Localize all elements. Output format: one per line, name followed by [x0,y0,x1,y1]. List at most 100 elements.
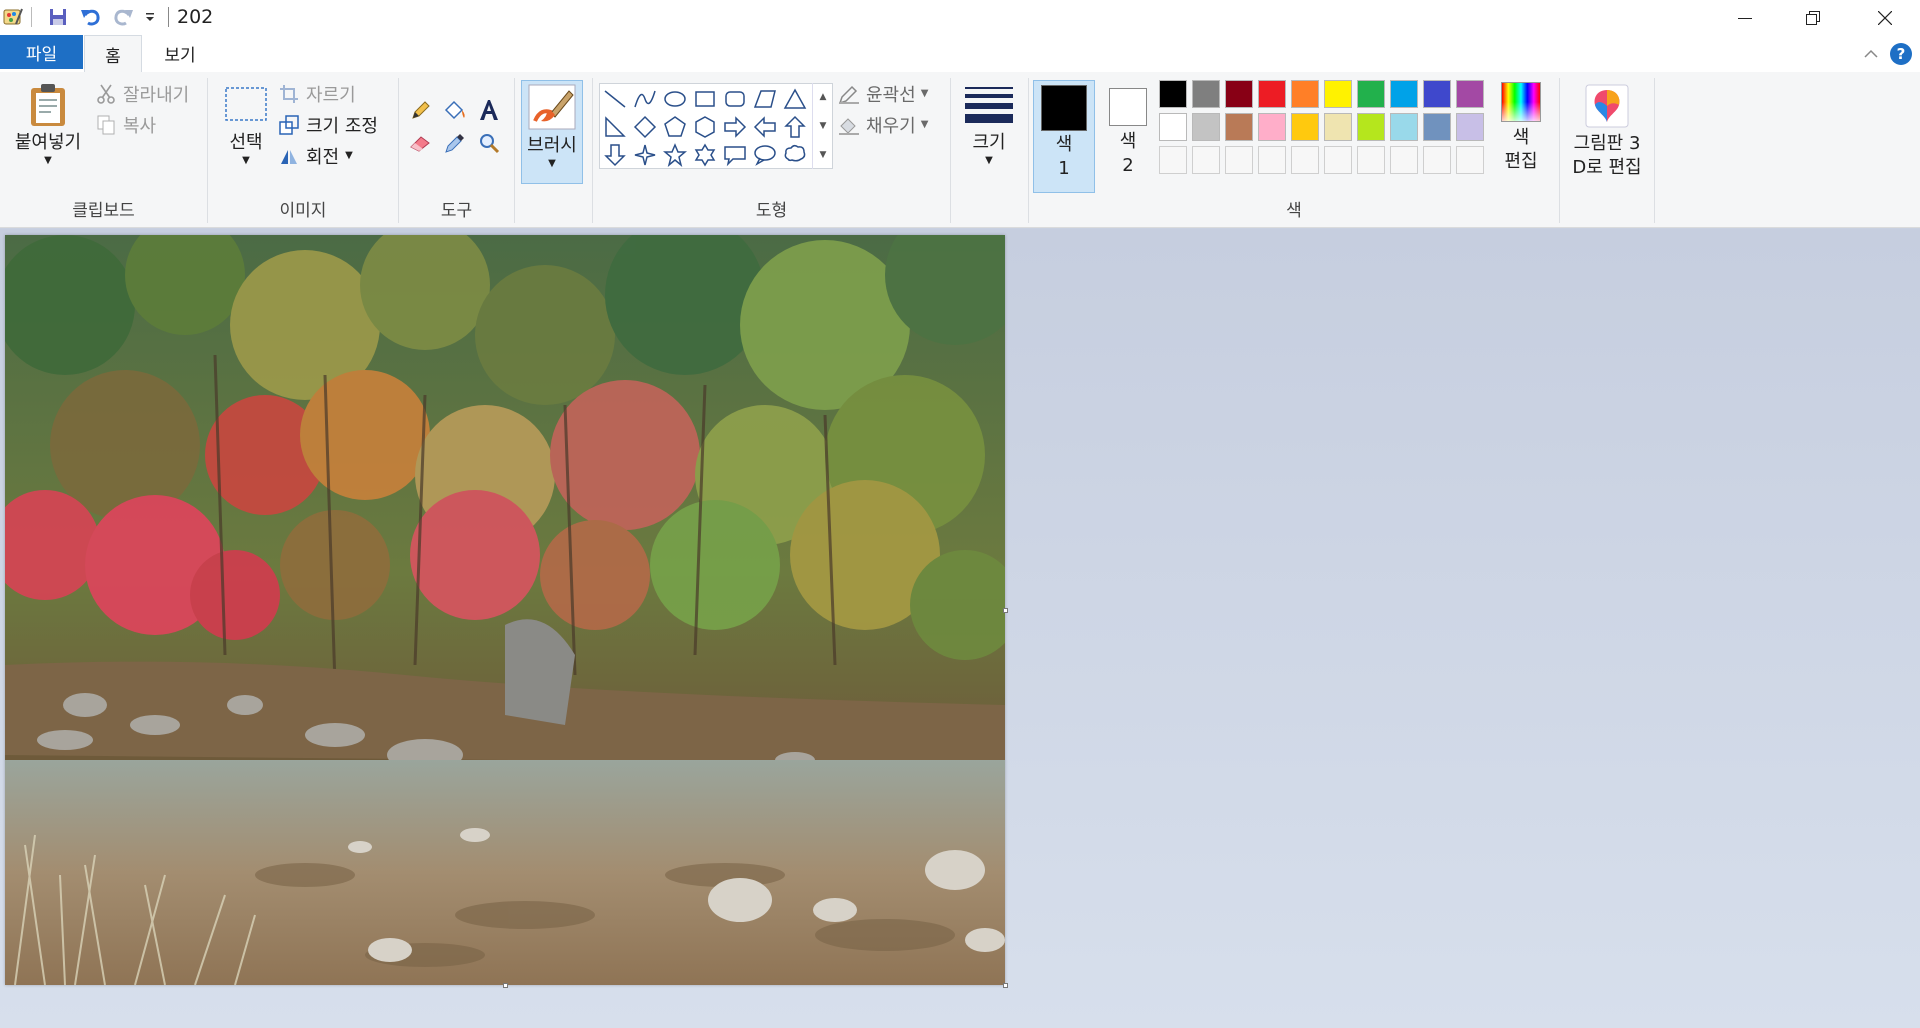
edit-with-paint3d-button[interactable]: 그림판 3 D로 편집 [1564,84,1650,180]
collapse-ribbon-icon[interactable] [1860,43,1882,65]
custom-color-slot[interactable] [1291,146,1319,174]
drawing-canvas[interactable] [5,235,1005,985]
up-arrow-shape-icon[interactable] [781,113,809,141]
custom-color-slot[interactable] [1324,146,1352,174]
rotate-button[interactable]: 회전 ▼ [278,143,353,169]
crop-button[interactable]: 자르기 [278,81,356,107]
color-picker-icon[interactable] [441,129,469,157]
paint-app-icon[interactable] [0,4,26,30]
palette-color-swatch[interactable] [1258,113,1286,141]
magnifier-icon[interactable] [475,129,503,157]
palette-color-swatch[interactable] [1159,113,1187,141]
six-point-star-shape-icon[interactable] [691,141,719,169]
save-icon[interactable] [45,4,71,30]
scroll-down-icon[interactable]: ▼ [820,121,827,131]
customize-quick-access-icon[interactable] [141,4,159,30]
palette-color-swatch[interactable] [1324,113,1352,141]
palette-color-swatch[interactable] [1192,113,1220,141]
palette-color-swatch[interactable] [1357,80,1385,108]
expand-gallery-icon[interactable]: ▼ [820,150,827,160]
brush-icon [528,84,576,130]
select-button[interactable]: 선택 ▼ [216,86,276,166]
custom-color-slot[interactable] [1390,146,1418,174]
tab-view[interactable]: 보기 [150,35,210,72]
restore-button[interactable] [1778,0,1848,35]
custom-color-slot[interactable] [1357,146,1385,174]
palette-color-swatch[interactable] [1390,113,1418,141]
eraser-icon[interactable] [407,129,435,157]
tab-file[interactable]: 파일 [0,35,83,69]
palette-color-swatch[interactable] [1456,80,1484,108]
palette-color-swatch[interactable] [1324,80,1352,108]
document-title: 202 [177,6,214,28]
custom-color-slot[interactable] [1258,146,1286,174]
palette-color-swatch[interactable] [1390,80,1418,108]
undo-icon[interactable] [78,4,104,30]
oval-shape-icon[interactable] [661,85,689,113]
edit-colors-label: 색 편집 [1504,127,1538,172]
cloud-callout-shape-icon[interactable] [781,141,809,169]
color2-label: 색2 [1119,131,1137,176]
fill-shape-button[interactable]: 채우기 ▼ [838,112,928,138]
palette-color-swatch[interactable] [1192,80,1220,108]
palette-color-swatch[interactable] [1225,80,1253,108]
chevron-down-icon: ▼ [920,88,929,99]
edit-colors-button[interactable]: 색 편집 [1491,82,1551,174]
resize-button[interactable]: 크기 조정 [278,112,378,138]
scroll-up-icon[interactable]: ▲ [820,92,827,102]
size-button[interactable]: 크기 ▼ [961,84,1017,166]
rectangle-callout-shape-icon[interactable] [721,141,749,169]
color1-button[interactable]: 색1 [1033,80,1095,193]
palette-color-swatch[interactable] [1423,113,1451,141]
palette-color-swatch[interactable] [1357,113,1385,141]
custom-color-slot[interactable] [1159,146,1187,174]
redo-icon[interactable] [110,4,136,30]
copy-button[interactable]: 복사 [95,112,156,138]
canvas-resize-handle-bottom[interactable] [503,983,508,988]
palette-color-swatch[interactable] [1225,113,1253,141]
pentagon-shape-icon[interactable] [661,113,689,141]
diamond-shape-icon[interactable] [631,113,659,141]
line-shape-icon[interactable] [601,85,629,113]
four-point-star-shape-icon[interactable] [631,141,659,169]
rounded-rectangle-shape-icon[interactable] [721,85,749,113]
hexagon-shape-icon[interactable] [691,113,719,141]
custom-color-slot[interactable] [1423,146,1451,174]
canvas-resize-handle-corner[interactable] [1003,983,1008,988]
brushes-button[interactable]: 브러시 ▼ [521,80,583,184]
palette-color-swatch[interactable] [1258,80,1286,108]
palette-color-swatch[interactable] [1423,80,1451,108]
custom-color-slot[interactable] [1225,146,1253,174]
close-button[interactable] [1850,0,1920,35]
right-arrow-shape-icon[interactable] [721,113,749,141]
title-bar: 202 [0,0,1920,35]
palette-color-swatch[interactable] [1456,113,1484,141]
five-point-star-shape-icon[interactable] [661,141,689,169]
minimize-button[interactable] [1710,0,1780,35]
text-icon[interactable] [475,96,503,124]
palette-color-swatch[interactable] [1291,80,1319,108]
shapes-scrollbar[interactable]: ▲ ▼ ▼ [812,83,833,169]
rectangle-shape-icon[interactable] [691,85,719,113]
outline-button[interactable]: 윤곽선 ▼ [838,81,928,107]
triangle-shape-icon[interactable] [781,85,809,113]
pencil-icon[interactable] [407,96,435,124]
cut-button[interactable]: 잘라내기 [95,81,189,107]
palette-color-swatch[interactable] [1159,80,1187,108]
tab-home[interactable]: 홈 [84,35,142,72]
left-arrow-shape-icon[interactable] [751,113,779,141]
canvas-resize-handle-right[interactable] [1003,608,1008,613]
custom-color-slot[interactable] [1456,146,1484,174]
oval-callout-shape-icon[interactable] [751,141,779,169]
custom-color-slot[interactable] [1192,146,1220,174]
down-arrow-shape-icon[interactable] [601,141,629,169]
select-rectangle-icon [225,87,267,121]
palette-color-swatch[interactable] [1291,113,1319,141]
paste-button[interactable]: 붙여넣기 ▼ [8,82,88,166]
curve-shape-icon[interactable] [631,85,659,113]
help-icon[interactable]: ? [1890,43,1912,65]
color2-button[interactable]: 색2 [1101,80,1155,178]
right-triangle-shape-icon[interactable] [601,113,629,141]
polygon-shape-icon[interactable] [751,85,779,113]
fill-icon[interactable] [441,96,469,124]
